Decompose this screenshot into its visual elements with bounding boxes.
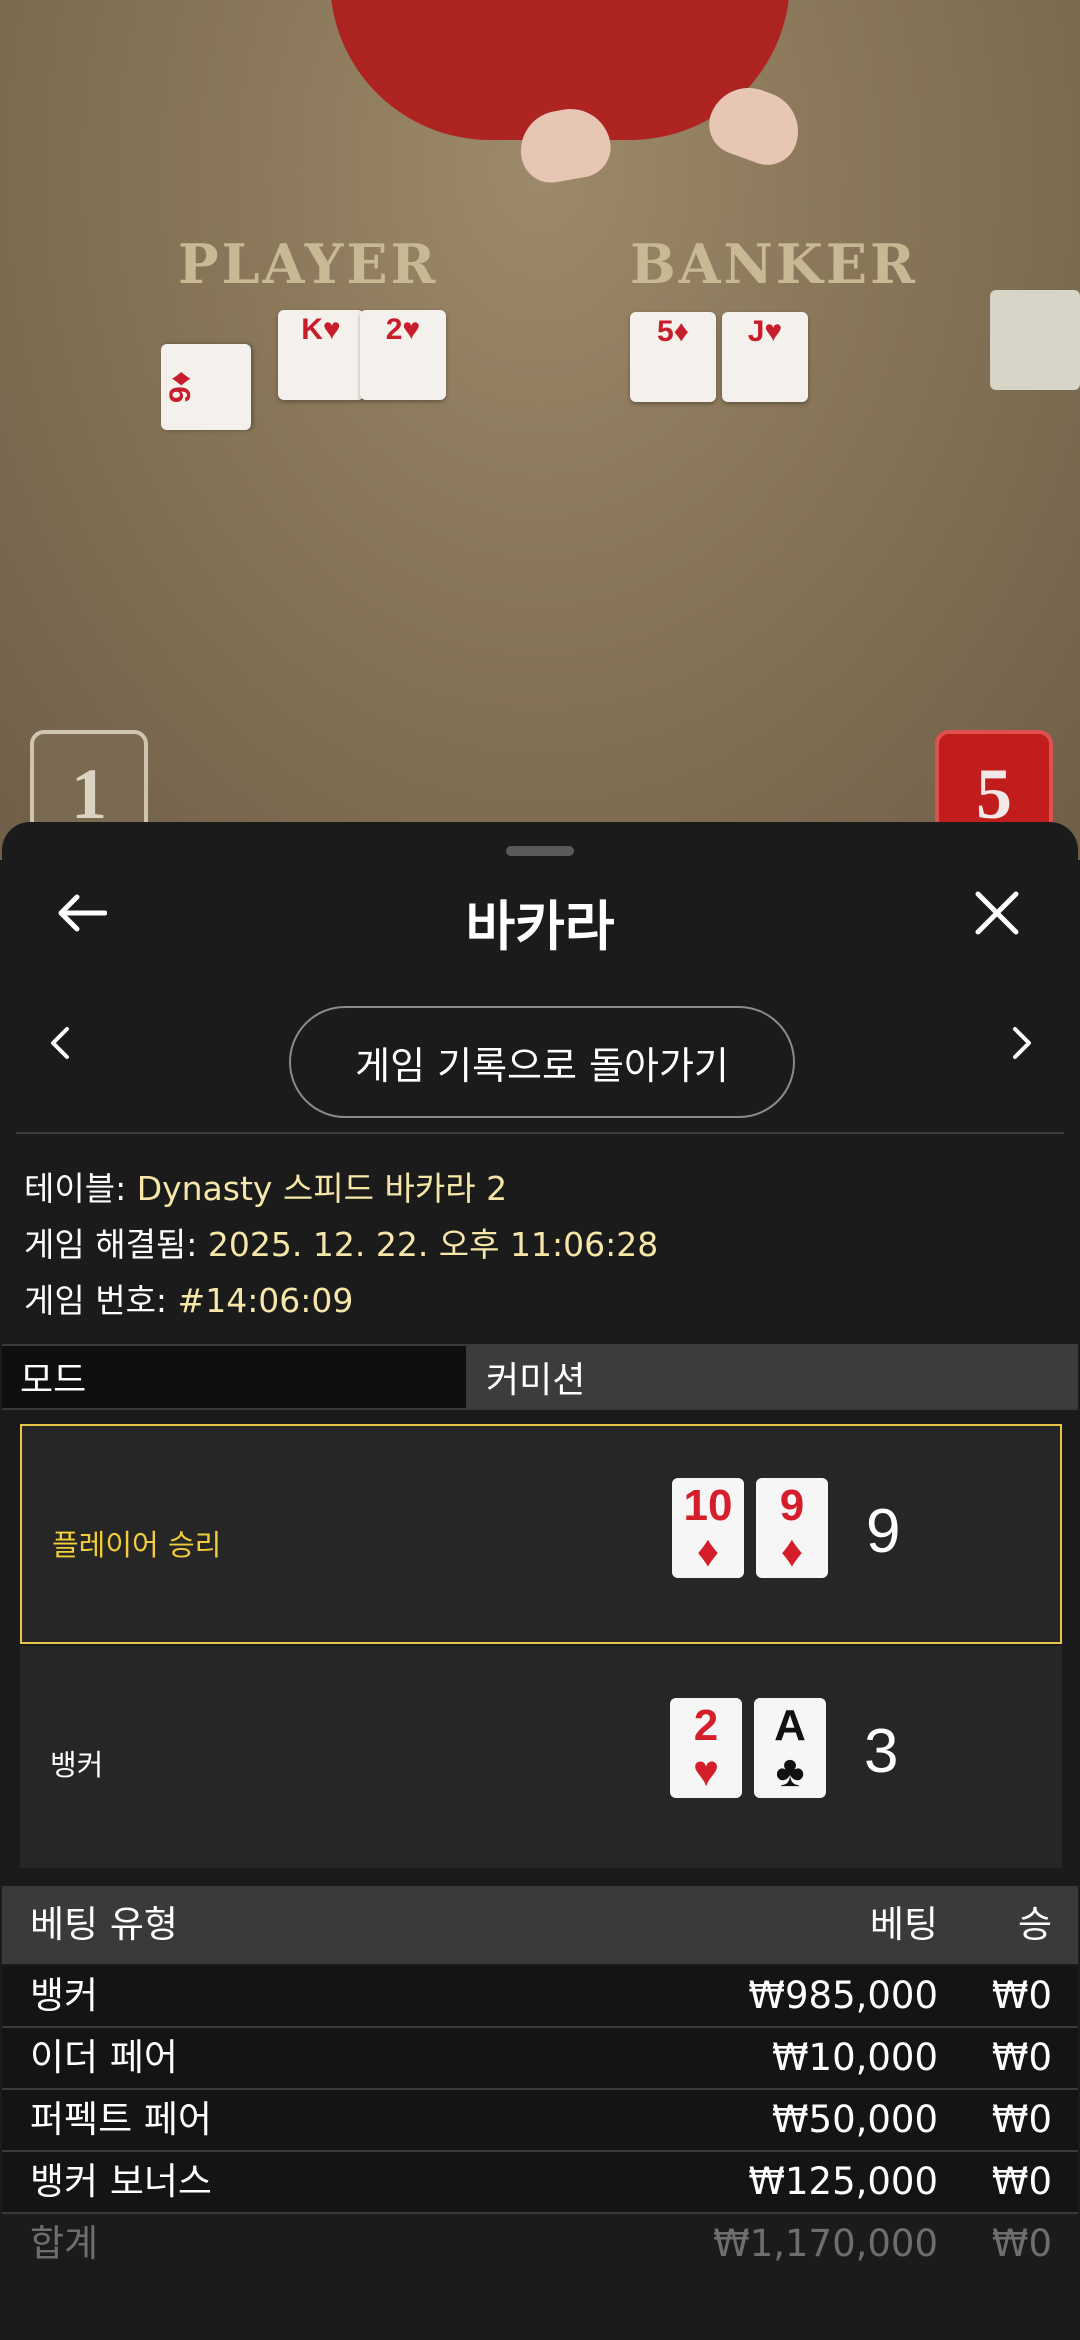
close-icon [975,891,1019,935]
game-number-info: 게임 번호: #14:06:09 [24,1274,353,1322]
card-rank: A [774,1701,806,1750]
card-shoe [990,290,1080,390]
bet-type-cell: 퍼펙트 페어 [30,2098,212,2141]
table-info-value: Dynasty 스피드 바카라 2 [136,1169,508,1208]
game-details-sheet: 바카라 게임 기록으로 돌아가기 테이블: Dynasty 스피드 바카라 2 … [2,822,1078,2340]
video-card: 9♦ [161,344,251,430]
game-number-label: 게임 번호: [24,1281,178,1320]
bet-amount-cell: ₩985,000 [748,1974,938,2017]
player-hand-label: 플레이어 승리 [52,1528,222,1562]
card-rank: 2 [693,1701,719,1750]
total-label: 합계 [30,2222,99,2265]
header-bet-type: 베팅 유형 [30,1903,178,1946]
banker-hand-row: 뱅커 2 ♥ A ♣ 3 [20,1646,1062,1868]
video-card: J♥ [722,312,808,402]
bet-type-cell: 뱅커 보너스 [30,2160,212,2203]
bet-type-cell: 뱅커 [30,1974,99,2017]
table-row: 뱅커 보너스 ₩125,000 ₩0 [2,2152,1078,2214]
win-amount-cell: ₩0 [991,2098,1052,2141]
drag-handle[interactable] [506,846,574,856]
playing-card: 10 ♦ [672,1478,744,1578]
player-hand-score: 9 [866,1497,901,1566]
video-card: K♥ [278,310,364,400]
bet-amount-cell: ₩50,000 [771,2098,938,2141]
player-hand-row: 플레이어 승리 10 ♦ 9 ♦ 9 [20,1424,1062,1644]
playing-card: A ♣ [754,1698,826,1798]
tab-mode[interactable]: 모드 [2,1346,468,1408]
video-card: 2♥ [360,310,446,400]
tab-commission[interactable]: 커미션 [468,1346,1078,1408]
live-video-feed: PLAYER BANKER 9♦ K♥ 2♥ 5♦ J♥ 1 5 [0,0,1080,860]
bets-table-header: 베팅 유형 베팅 승 [2,1886,1078,1964]
resolved-info-value: 2025. 12. 22. 오후 11:06:28 [207,1225,659,1264]
diamond-icon: ♦ [780,1527,804,1576]
close-button[interactable] [962,878,1032,948]
bet-type-cell: 이더 페어 [30,2036,178,2079]
table-row: 이더 페어 ₩10,000 ₩0 [2,2028,1078,2090]
video-card: 5♦ [630,312,716,402]
card-rank: 10 [683,1481,733,1530]
banker-table-label: BANKER [630,232,918,296]
playing-card: 2 ♥ [670,1698,742,1798]
next-game-button[interactable] [992,1008,1052,1078]
card-rank: 9 [779,1481,805,1530]
win-amount-cell: ₩0 [991,1974,1052,2017]
total-row: 합계 ₩1,170,000 ₩0 [2,2214,1078,2274]
back-to-history-button[interactable]: 게임 기록으로 돌아가기 [289,1006,795,1118]
bet-amount-cell: ₩125,000 [748,2160,938,2203]
table-row: 뱅커 ₩985,000 ₩0 [2,1966,1078,2028]
previous-game-button[interactable] [30,1008,90,1078]
table-row: 퍼펙트 페어 ₩50,000 ₩0 [2,2090,1078,2152]
diamond-icon: ♦ [696,1527,720,1576]
details-tabs: 모드 커미션 [2,1344,1078,1410]
player-table-label: PLAYER [178,232,439,296]
total-bet-amount: ₩1,170,000 [713,2222,938,2265]
club-icon: ♣ [775,1747,805,1796]
chevron-left-icon [51,1027,69,1059]
win-amount-cell: ₩0 [991,2160,1052,2203]
win-amount-cell: ₩0 [991,2036,1052,2079]
total-win-amount: ₩0 [991,2222,1052,2265]
game-number-value: #14:06:09 [177,1281,354,1320]
sheet-title: 바카라 [465,895,615,958]
header-bet: 베팅 [869,1903,938,1946]
heart-icon: ♥ [692,1747,720,1796]
resolved-info-label: 게임 해결됨: [24,1225,208,1264]
chevron-right-icon [1013,1027,1031,1059]
table-info: 테이블: Dynasty 스피드 바카라 2 [24,1162,507,1210]
playing-card: 9 ♦ [756,1478,828,1578]
header-win: 승 [1017,1903,1052,1946]
banker-hand-label: 뱅커 [50,1748,104,1782]
divider [16,1132,1064,1134]
resolved-info: 게임 해결됨: 2025. 12. 22. 오후 11:06:28 [24,1218,658,1266]
table-info-label: 테이블: [24,1169,137,1208]
bet-amount-cell: ₩10,000 [771,2036,938,2079]
banker-hand-score: 3 [864,1717,899,1786]
